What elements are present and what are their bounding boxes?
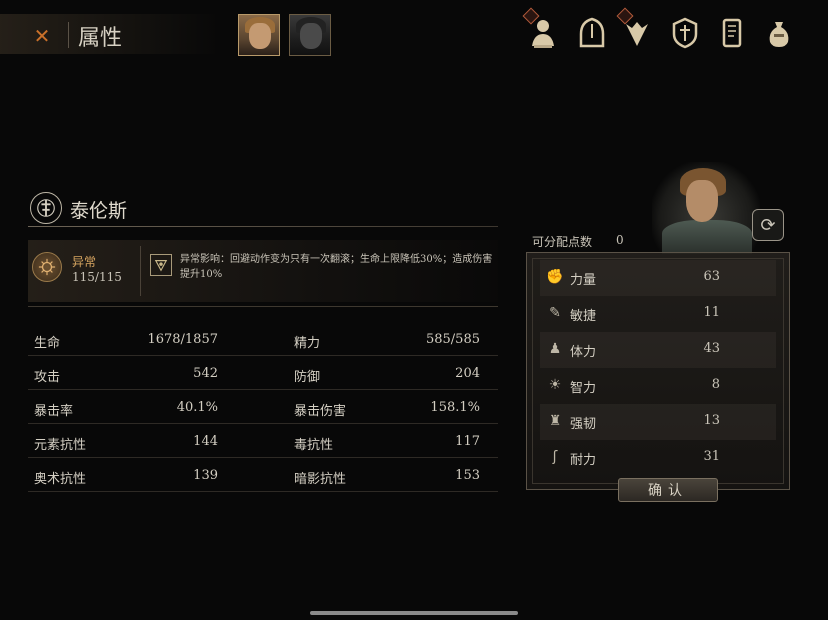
allocatable-points-label: 可分配点数 [532, 235, 593, 249]
stat-value: 117 [455, 434, 480, 449]
shield-icon[interactable] [669, 14, 701, 52]
leg-icon: ʃ [552, 449, 558, 465]
stat-value: 144 [193, 434, 218, 449]
book-icon[interactable] [716, 14, 748, 52]
attribute-row-toughness[interactable]: ♜ 强韧 13 [540, 404, 776, 440]
stat-row: 生命 1678/1857 精力 585/585 [28, 322, 498, 356]
stat-label: 元素抗性 [34, 438, 87, 453]
mind-icon: ☀ [548, 377, 562, 393]
stat-label: 攻击 [34, 370, 61, 385]
character-portrait [652, 162, 760, 254]
fist-icon: ✊ [546, 269, 564, 285]
sigil-icon[interactable] [616, 7, 653, 52]
stat-value: 139 [193, 468, 218, 483]
status-label: 异常 [72, 255, 97, 269]
confirm-button[interactable]: 确认 [618, 478, 718, 502]
status-effect-icon [150, 254, 172, 276]
attribute-row-vitality[interactable]: ♟ 体力 43 [540, 332, 776, 368]
attribute-row-endurance[interactable]: ʃ 耐力 31 [540, 440, 776, 476]
switch-character-button[interactable]: ⟳ [752, 209, 784, 241]
attribute-value: 63 [703, 269, 720, 284]
abnormal-status-icon [32, 252, 62, 282]
portrait-companion[interactable] [289, 14, 331, 56]
attribute-row-strength[interactable]: ✊ 力量 63 [540, 260, 776, 296]
attribute-value: 11 [703, 305, 720, 320]
divider [140, 246, 141, 296]
pouch-icon[interactable] [763, 14, 795, 52]
refresh-icon: ⟳ [760, 214, 776, 236]
stat-value: 40.1% [176, 400, 218, 415]
bust-icon[interactable] [522, 7, 559, 52]
close-icon: ✕ [33, 24, 51, 48]
attribute-value: 8 [711, 377, 720, 392]
stat-label: 暴击伤害 [294, 404, 347, 419]
portrait-tarens[interactable] [238, 14, 280, 56]
feather-icon: ✎ [549, 305, 561, 321]
class-emblem-icon [30, 192, 62, 224]
body-icon: ♟ [548, 341, 562, 357]
header-divider [68, 22, 69, 48]
stat-row: 攻击 542 防御 204 [28, 356, 498, 390]
stat-value: 204 [455, 366, 480, 381]
stat-value: 542 [193, 366, 218, 381]
page-title: 属性 [78, 26, 123, 51]
attribute-name: 智力 [570, 381, 597, 396]
stat-label: 生命 [34, 336, 61, 351]
status-value: 115/115 [72, 270, 122, 284]
divider [28, 226, 498, 227]
divider [28, 306, 498, 307]
stat-value: 1678/1857 [147, 332, 218, 347]
attribute-value: 31 [703, 449, 720, 464]
attribute-name: 强韧 [570, 417, 597, 432]
armor-icon: ♜ [548, 413, 562, 429]
stat-label: 暗影抗性 [294, 472, 347, 487]
stat-label: 暴击率 [34, 404, 74, 419]
helmet-icon[interactable] [576, 14, 608, 52]
stat-label: 毒抗性 [294, 438, 334, 453]
stat-label: 奥术抗性 [34, 472, 87, 487]
stat-row: 暴击率 40.1% 暴击伤害 158.1% [28, 390, 498, 424]
close-button[interactable]: ✕ [28, 22, 56, 50]
stat-value: 153 [455, 468, 480, 483]
stat-label: 精力 [294, 336, 321, 351]
attribute-row-intelligence[interactable]: ☀ 智力 8 [540, 368, 776, 404]
attribute-name: 耐力 [570, 453, 597, 468]
stat-value: 585/585 [425, 332, 480, 347]
attribute-name: 敏捷 [570, 309, 597, 324]
stat-label: 防御 [294, 370, 321, 385]
attribute-value: 43 [703, 341, 720, 356]
status-effect-text: 异常影响：回避动作变为只有一次翻滚；生命上限降低30%；造成伤害提升10% [180, 254, 493, 280]
character-name: 泰伦斯 [70, 200, 128, 222]
attribute-value: 13 [703, 413, 720, 428]
stat-row: 奥术抗性 139 暗影抗性 153 [28, 458, 498, 492]
stat-row: 元素抗性 144 毒抗性 117 [28, 424, 498, 458]
attribute-row-agility[interactable]: ✎ 敏捷 11 [540, 296, 776, 332]
home-indicator[interactable] [310, 611, 518, 615]
allocatable-points-value: 0 [616, 233, 624, 247]
attribute-name: 体力 [570, 345, 597, 360]
attribute-name: 力量 [570, 273, 597, 288]
stat-value: 158.1% [430, 400, 480, 415]
